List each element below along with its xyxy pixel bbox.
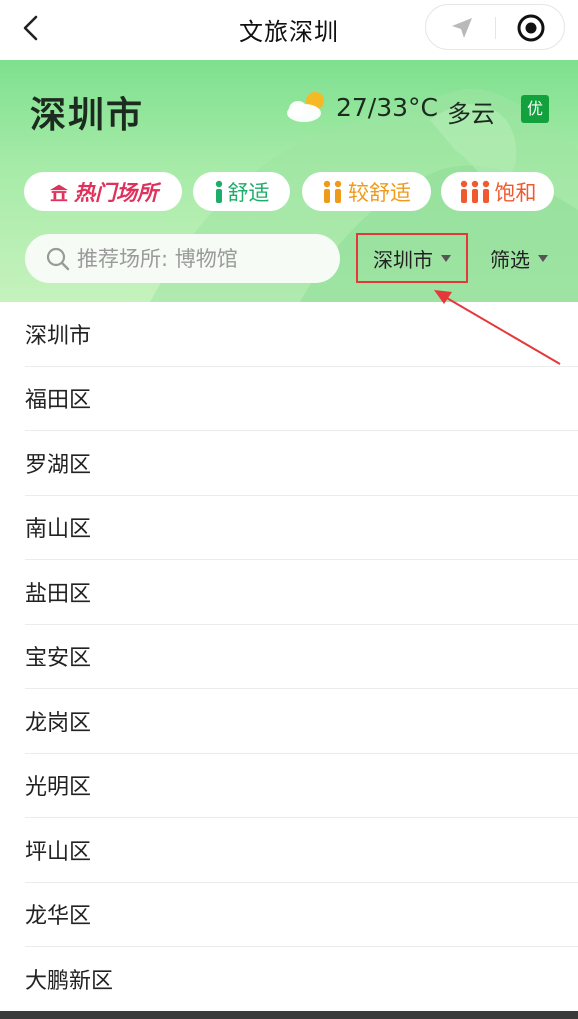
home-indicator-bar [0,1011,578,1019]
single-person-icon [215,180,222,203]
weather-condition: 多云 [447,100,495,128]
hot-place-icon [49,184,69,201]
list-item[interactable]: 龙岗区 [25,689,578,754]
search-box[interactable] [25,234,340,283]
filter-label: 筛选 [490,247,530,272]
list-item[interactable]: 光明区 [25,754,578,818]
caret-down-icon [441,254,451,262]
legend-chip-saturated[interactable]: 饱和 [441,172,554,211]
air-quality-badge: 优 [521,95,549,123]
capsule-divider [495,17,496,39]
legend-chip-hot-places[interactable]: 热门场所 [24,172,182,211]
caret-down-icon [538,254,548,262]
search-input[interactable] [77,242,327,275]
list-item[interactable]: 罗湖区 [25,431,578,496]
legend-chip-fairly-comfortable[interactable]: 较舒适 [302,172,431,211]
nav-bar: 文旅深圳 [0,0,578,56]
chip-label: 饱和 [494,180,537,205]
list-item[interactable]: 宝安区 [25,625,578,689]
city-name: 深圳市 [30,95,145,136]
temperature-range: 27/33°C [336,93,439,122]
filter-dropdown[interactable]: 筛选 [483,233,555,283]
city-dropdown-label: 深圳市 [373,247,433,272]
search-icon [46,247,70,271]
list-item[interactable]: 福田区 [25,367,578,431]
city-dropdown[interactable]: 深圳市 [356,233,468,283]
chip-label: 热门场所 [74,180,158,205]
city-hero-panel: 深圳市 27/33°C 多云 优 热门场所 舒适 较舒适 饱和 推荐场所: 博物… [0,60,578,302]
location-arrow-icon[interactable] [448,14,476,42]
list-item[interactable]: 深圳市 [25,302,578,367]
record-target-icon[interactable] [516,13,546,43]
list-item[interactable]: 南山区 [25,496,578,560]
chip-label: 较舒适 [348,180,411,205]
partly-cloudy-icon [287,92,324,122]
legend-chip-comfortable[interactable]: 舒适 [193,172,290,211]
two-person-icon [323,180,342,203]
list-item[interactable]: 龙华区 [25,883,578,947]
three-person-icon [460,180,489,203]
list-item[interactable]: 大鹏新区 [25,947,578,1012]
list-item[interactable]: 盐田区 [25,560,578,625]
district-list: 深圳市 福田区 罗湖区 南山区 盐田区 宝安区 龙岗区 光明区 坪山区 龙华区 … [0,302,578,1012]
mini-program-capsule [425,4,565,50]
list-item[interactable]: 坪山区 [25,818,578,883]
chip-label: 舒适 [227,180,270,205]
